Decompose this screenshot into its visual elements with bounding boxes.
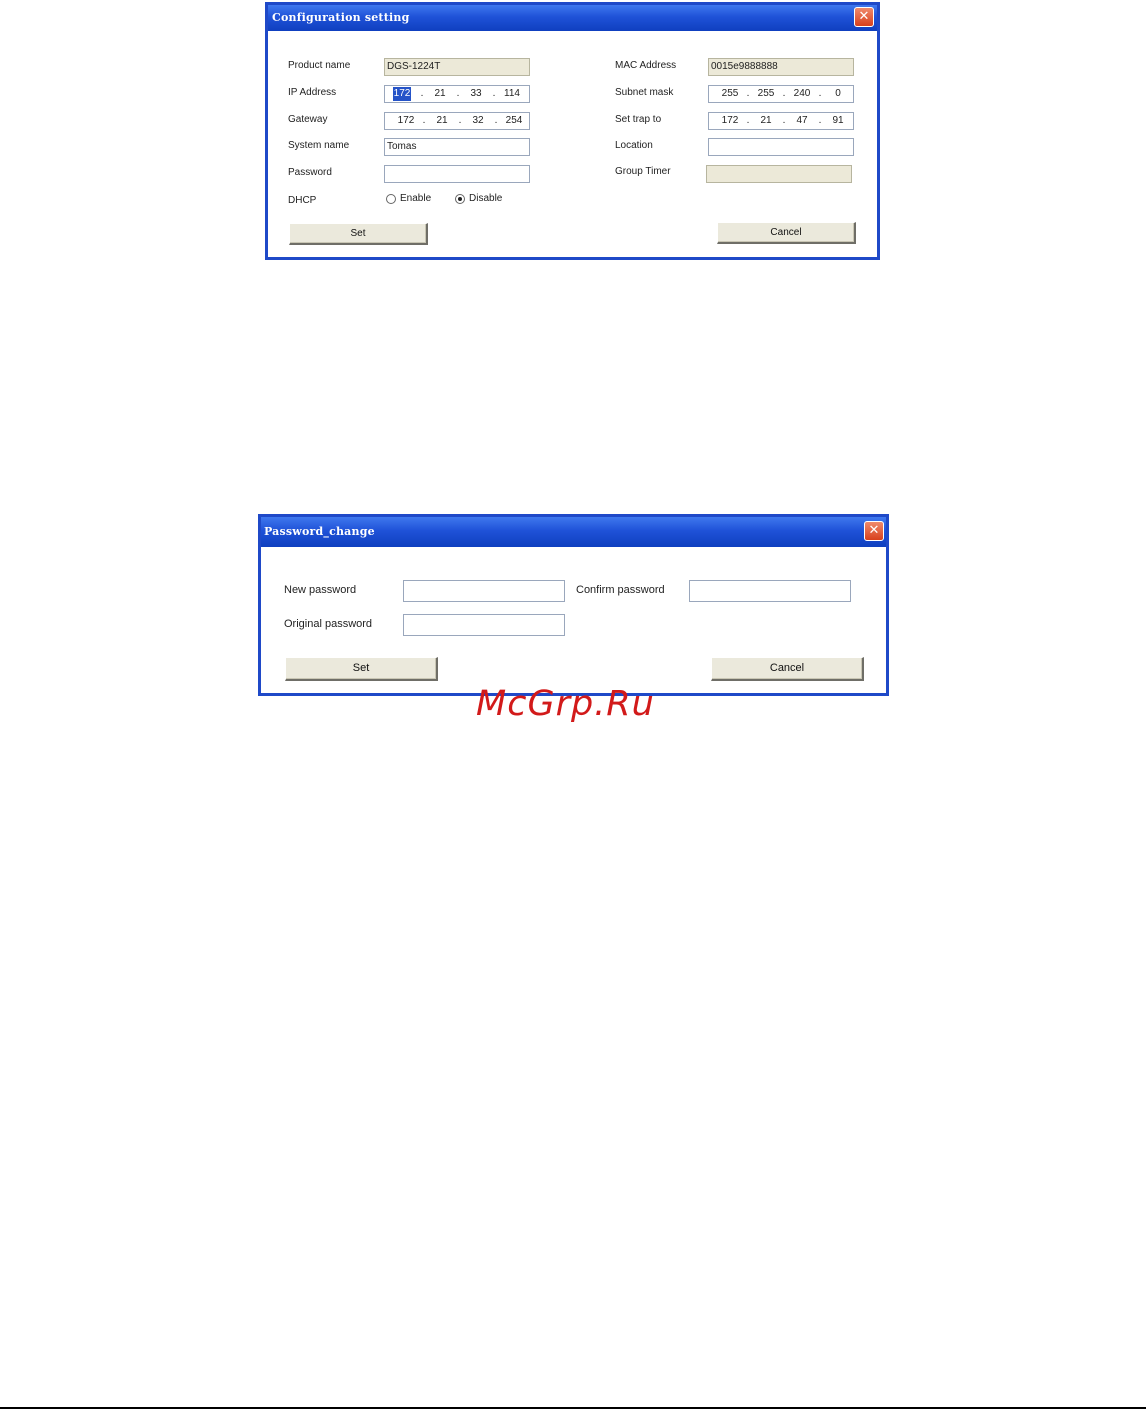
ip-octet-3[interactable]: 33 xyxy=(463,86,489,102)
gateway-octet-2[interactable]: 21 xyxy=(429,113,455,129)
dhcp-enable-radio[interactable]: Enable xyxy=(386,193,431,204)
group-timer-field xyxy=(706,165,852,183)
set-button[interactable]: Set xyxy=(285,657,438,681)
group-timer-label: Group Timer xyxy=(615,166,671,177)
dhcp-enable-label: Enable xyxy=(400,193,432,204)
cancel-button[interactable]: Cancel xyxy=(717,222,856,244)
password-label: Password xyxy=(288,167,332,178)
gateway-octet-4[interactable]: 254 xyxy=(501,113,527,129)
password-client-area: New password Confirm password Original p… xyxy=(261,547,886,693)
confirm-password-label: Confirm password xyxy=(576,584,665,596)
new-password-field[interactable] xyxy=(403,580,565,602)
location-label: Location xyxy=(615,140,653,151)
location-field[interactable] xyxy=(708,138,854,156)
confirm-password-field[interactable] xyxy=(689,580,851,602)
set-button[interactable]: Set xyxy=(289,223,428,245)
configuration-setting-dialog: Configuration setting ✕ Product name IP … xyxy=(265,2,880,260)
password-title: Password_change xyxy=(264,525,375,538)
product-name-field: DGS-1224T xyxy=(384,58,530,76)
ip-octet-1[interactable]: 172 xyxy=(393,87,411,101)
password-titlebar[interactable]: Password_change ✕ xyxy=(261,517,886,547)
gateway-octet-1[interactable]: 172 xyxy=(393,113,419,129)
ip-dot: . xyxy=(456,88,460,99)
radio-checked-icon xyxy=(455,193,465,204)
config-titlebar[interactable]: Configuration setting ✕ xyxy=(268,5,877,31)
ip-dot: . xyxy=(782,88,786,99)
ip-address-label: IP Address xyxy=(288,87,337,98)
close-icon[interactable]: ✕ xyxy=(854,7,874,27)
ip-address-field[interactable]: 172 . 21 . 33 . 114 xyxy=(384,85,530,103)
trap-octet-1[interactable]: 172 xyxy=(717,113,743,129)
dhcp-label: DHCP xyxy=(288,195,317,206)
subnet-octet-3[interactable]: 240 xyxy=(789,86,815,102)
password-field[interactable] xyxy=(384,165,530,183)
ip-dot: . xyxy=(422,115,426,126)
ip-octet-2[interactable]: 21 xyxy=(427,86,453,102)
ip-dot: . xyxy=(458,115,462,126)
product-name-label: Product name xyxy=(288,60,351,71)
cancel-button[interactable]: Cancel xyxy=(711,657,864,681)
gateway-label: Gateway xyxy=(288,114,328,125)
config-client-area: Product name IP Address Gateway System n… xyxy=(268,31,877,257)
original-password-field[interactable] xyxy=(403,614,565,636)
gateway-field[interactable]: 172 . 21 . 32 . 254 xyxy=(384,112,530,130)
subnet-octet-2[interactable]: 255 xyxy=(753,86,779,102)
ip-dot: . xyxy=(818,115,822,126)
trap-octet-2[interactable]: 21 xyxy=(753,113,779,129)
ip-dot: . xyxy=(420,88,424,99)
subnet-mask-label: Subnet mask xyxy=(615,87,674,98)
ip-dot: . xyxy=(746,115,750,126)
system-name-label: System name xyxy=(288,140,350,151)
ip-dot: . xyxy=(492,88,496,99)
password-change-dialog: Password_change ✕ New password Confirm p… xyxy=(258,514,889,696)
ip-dot: . xyxy=(818,88,822,99)
mac-address-field: 0015e9888888 xyxy=(708,58,854,76)
dhcp-disable-label: Disable xyxy=(469,193,503,204)
ip-octet-4[interactable]: 114 xyxy=(499,86,525,102)
radio-unchecked-icon xyxy=(386,193,396,204)
ip-dot: . xyxy=(494,115,498,126)
trap-octet-4[interactable]: 91 xyxy=(825,113,851,129)
gateway-octet-3[interactable]: 32 xyxy=(465,113,491,129)
ip-dot: . xyxy=(746,88,750,99)
subnet-octet-1[interactable]: 255 xyxy=(717,86,743,102)
set-trap-to-label: Set trap to xyxy=(615,114,662,125)
ip-dot: . xyxy=(782,115,786,126)
page-bottom-divider xyxy=(0,1407,1146,1409)
subnet-mask-field[interactable]: 255 . 255 . 240 . 0 xyxy=(708,85,854,103)
subnet-octet-4[interactable]: 0 xyxy=(825,86,851,102)
set-trap-to-field[interactable]: 172 . 21 . 47 . 91 xyxy=(708,112,854,130)
new-password-label: New password xyxy=(284,584,357,596)
dhcp-disable-radio[interactable]: Disable xyxy=(455,193,502,204)
trap-octet-3[interactable]: 47 xyxy=(789,113,815,129)
close-icon[interactable]: ✕ xyxy=(864,521,884,541)
config-title: Configuration setting xyxy=(272,11,410,24)
mac-address-label: MAC Address xyxy=(615,60,677,71)
original-password-label: Original password xyxy=(284,618,373,630)
system-name-field[interactable]: Tomas xyxy=(384,138,530,156)
watermark-text: McGrp.Ru xyxy=(476,684,655,724)
